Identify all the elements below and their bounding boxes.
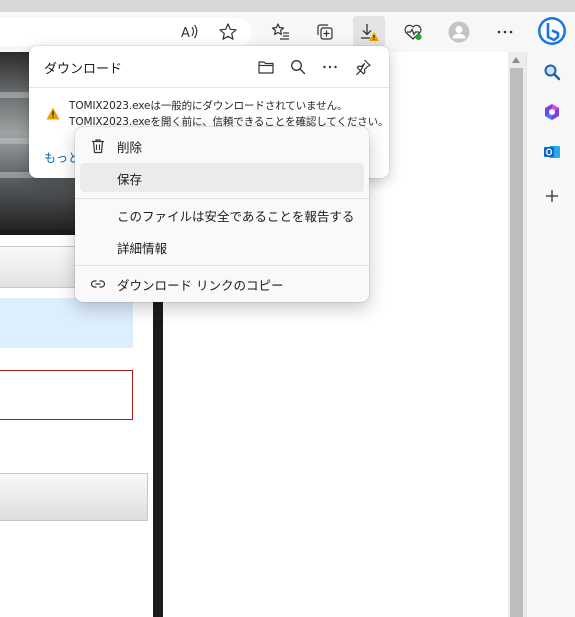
- menu-divider: [75, 198, 369, 199]
- search-icon[interactable]: [527, 56, 575, 88]
- favorite-star-icon[interactable]: [212, 16, 244, 48]
- scroll-up-arrow-icon[interactable]: [512, 57, 520, 63]
- downloads-warning-icon[interactable]: [353, 16, 385, 48]
- more-menu-icon[interactable]: [489, 16, 521, 48]
- menu-divider: [75, 265, 369, 266]
- scrollbar-thumb[interactable]: [510, 68, 523, 617]
- sidebar-rail: [526, 52, 575, 617]
- favorites-list-icon[interactable]: [265, 16, 297, 48]
- outlook-icon[interactable]: [527, 136, 575, 168]
- add-icon[interactable]: [527, 180, 575, 212]
- page-input-field[interactable]: [0, 370, 133, 420]
- menu-item-details[interactable]: 詳細情報: [80, 232, 364, 261]
- profile-avatar-icon[interactable]: [443, 16, 475, 48]
- download-context-menu: 削除 保存 このファイルは安全であることを報告する 詳細情報 ダウンロード リン…: [75, 127, 369, 302]
- download-panel-title: ダウンロード: [44, 62, 123, 77]
- page-button-secondary[interactable]: [0, 473, 148, 521]
- browser-essentials-icon[interactable]: [397, 16, 429, 48]
- download-warning-message-line1: TOMIX2023.exeは一般的にダウンロードされていません。: [69, 100, 348, 112]
- menu-item-label: 削除: [117, 140, 143, 155]
- pin-icon[interactable]: [350, 54, 376, 80]
- read-aloud-icon[interactable]: A: [174, 16, 206, 48]
- more-options-icon[interactable]: [317, 54, 343, 80]
- download-search-icon[interactable]: [285, 54, 311, 80]
- menu-item-label: ダウンロード リンクのコピー: [117, 278, 284, 293]
- download-panel-divider: [29, 87, 389, 88]
- office-icon[interactable]: [527, 96, 575, 128]
- bing-copilot-icon[interactable]: [537, 16, 567, 46]
- collections-icon[interactable]: [309, 16, 341, 48]
- menu-item-report-safe[interactable]: このファイルは安全であることを報告する: [80, 200, 364, 229]
- menu-item-save[interactable]: 保存: [80, 163, 364, 192]
- menu-item-label: 詳細情報: [117, 241, 168, 256]
- page-info-box: [0, 298, 133, 348]
- trash-icon: [88, 136, 108, 156]
- menu-item-copy-link[interactable]: ダウンロード リンクのコピー: [80, 269, 364, 298]
- menu-item-delete[interactable]: 削除: [80, 131, 364, 160]
- window-title-strip: [0, 0, 575, 12]
- warning-icon: [46, 105, 60, 124]
- menu-item-label: 保存: [117, 172, 143, 187]
- open-folder-icon[interactable]: [253, 54, 279, 80]
- svg-text:A: A: [181, 26, 190, 41]
- menu-item-label: このファイルは安全であることを報告する: [117, 209, 355, 224]
- link-icon: [88, 274, 108, 294]
